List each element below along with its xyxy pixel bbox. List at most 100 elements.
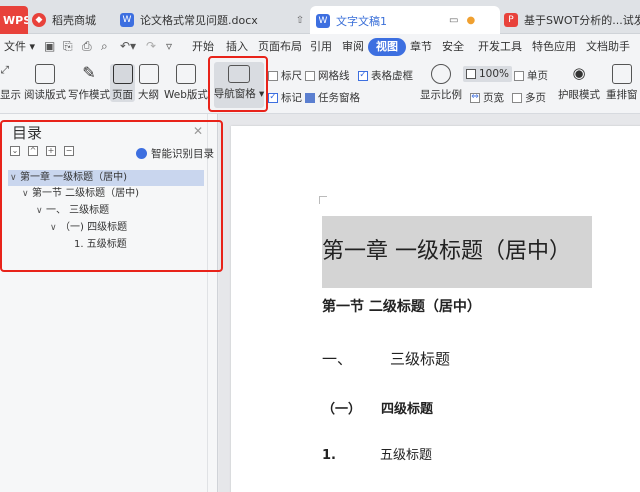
task-pane-checkbox[interactable]: 任务窗格 bbox=[305, 90, 360, 105]
gridlines-checkbox[interactable]: 网格线 bbox=[305, 68, 350, 83]
tab-chat-icon[interactable]: ▭ bbox=[449, 15, 458, 26]
toc-item-level5[interactable]: 1. 五级标题 bbox=[8, 237, 127, 253]
heading-level3[interactable]: 一、 三级标题 bbox=[322, 348, 450, 369]
page-width-button[interactable]: ⇔ 页宽 bbox=[470, 90, 504, 105]
menu-bar: 文件 ▾ ▣ ⎘ ⎙ ⌕ ↶▾ ↷ ▿ 开始 插入 页面布局 引用 审阅 视图 … bbox=[0, 34, 640, 58]
redo-icon[interactable]: ↷ bbox=[146, 39, 156, 53]
multi-page-button[interactable]: 多页 bbox=[512, 90, 546, 105]
remove-heading-icon[interactable]: − bbox=[64, 146, 74, 156]
tab-label: 基于SWOT分析的...试发展策 bbox=[524, 14, 640, 27]
page-width-icon: ⇔ bbox=[470, 92, 480, 103]
toc-item-level2[interactable]: ∨ 第一节 二级标题（居中) bbox=[8, 186, 139, 202]
eye-protection-button[interactable]: ◉ 护眼模式 bbox=[558, 64, 600, 102]
rearrange-windows-button[interactable]: 重排窗 bbox=[606, 64, 638, 102]
menu-security[interactable]: 安全 bbox=[438, 38, 468, 56]
heading-level5[interactable]: 1. 五级标题 bbox=[322, 444, 432, 463]
menu-home[interactable]: 开始 bbox=[188, 38, 218, 56]
tab-text-doc-1[interactable]: W 文字文稿1 ▭ ● bbox=[310, 6, 500, 35]
checkbox-box bbox=[268, 70, 278, 81]
tab-label: 稻壳商城 bbox=[52, 14, 96, 27]
zoom-icon bbox=[431, 64, 451, 84]
document-canvas: 第一章 一级标题（居中） 第一节 二级标题（居中） 一、 三级标题 （一） 四级标题… bbox=[219, 114, 640, 492]
menu-doc-assistant[interactable]: 文档助手 bbox=[582, 38, 634, 56]
page-view-button[interactable]: 页面 bbox=[110, 64, 135, 102]
page-margin-marker bbox=[319, 196, 327, 204]
chevron-down-icon[interactable]: ∨ bbox=[36, 203, 46, 219]
heading-number: 1. bbox=[322, 448, 336, 463]
menu-special-apps[interactable]: 特色应用 bbox=[528, 38, 580, 56]
reading-layout-icon bbox=[35, 64, 55, 84]
show-button[interactable]: ⤢ 显示 bbox=[0, 64, 21, 102]
pen-icon: ✎ bbox=[82, 63, 96, 82]
zoom-button[interactable]: 显示比例 bbox=[420, 64, 462, 102]
table-gridlines-checkbox[interactable]: ✓ 表格虚框 bbox=[358, 68, 413, 83]
markers-checkbox[interactable]: ✓ 标记 bbox=[268, 90, 302, 105]
outline-icon bbox=[138, 64, 159, 84]
zoom-100-button[interactable]: 100% bbox=[463, 66, 513, 82]
menu-references[interactable]: 引用 bbox=[306, 38, 336, 56]
tab-swot-doc[interactable]: P 基于SWOT分析的...试发展策 bbox=[504, 6, 640, 34]
heading-level2[interactable]: 第一节 二级标题（居中） bbox=[322, 296, 481, 316]
menu-developer[interactable]: 开发工具 bbox=[474, 38, 526, 56]
ruler-checkbox[interactable]: 标尺 bbox=[268, 68, 302, 83]
checkbox-box bbox=[305, 92, 315, 103]
nav-pane-title: 目录 bbox=[12, 124, 43, 142]
multi-page-icon bbox=[512, 92, 522, 103]
tab-label: 文字文稿1 bbox=[336, 14, 387, 28]
tab-unsaved-dot-icon[interactable]: ● bbox=[466, 15, 475, 26]
add-heading-icon[interactable]: + bbox=[46, 146, 56, 156]
tab-pin-icon[interactable]: ⇧ bbox=[296, 15, 304, 26]
show-icon: ⤢ bbox=[0, 64, 9, 76]
chevron-down-icon[interactable]: ∨ bbox=[10, 170, 20, 186]
heading-text: 五级标题 bbox=[379, 448, 432, 463]
menu-page-layout[interactable]: 页面布局 bbox=[254, 38, 306, 56]
save-icon[interactable]: ▣ bbox=[44, 39, 55, 53]
print-preview-icon[interactable]: ⌕ bbox=[101, 39, 108, 54]
heading-level1[interactable]: 第一章 一级标题（居中） bbox=[322, 216, 592, 288]
single-page-icon bbox=[514, 70, 524, 81]
reading-layout-button[interactable]: 阅读版式 bbox=[24, 64, 66, 102]
chevron-down-icon[interactable]: ∨ bbox=[50, 220, 60, 236]
checkbox-box bbox=[305, 70, 315, 81]
pdf-doc-icon: P bbox=[504, 13, 518, 27]
heading-number: 一、 bbox=[322, 350, 353, 368]
undo-icon[interactable]: ↶▾ bbox=[120, 39, 136, 53]
web-layout-icon bbox=[175, 64, 196, 84]
customize-quick-access-icon[interactable]: ▿ bbox=[166, 39, 172, 53]
smart-toc-button[interactable]: 智能识别目录 bbox=[136, 146, 214, 161]
heading-text: 三级标题 bbox=[390, 350, 451, 368]
nav-pane-divider bbox=[207, 114, 208, 492]
collapse-all-icon[interactable]: ⌄ bbox=[10, 146, 20, 156]
menu-view[interactable]: 视图 bbox=[368, 38, 406, 56]
writing-mode-button[interactable]: ✎ 写作模式 bbox=[68, 64, 110, 102]
nav-pane-icon bbox=[228, 65, 250, 83]
document-page[interactable]: 第一章 一级标题（居中） 第一节 二级标题（居中） 一、 三级标题 （一） 四级标题… bbox=[231, 126, 640, 492]
menu-file[interactable]: 文件 ▾ bbox=[0, 38, 39, 56]
nav-pane-button[interactable]: 导航窗格 ▾ bbox=[214, 62, 264, 108]
tab-thesis-format-doc[interactable]: W 论文格式常见问题.docx ⇧ ● bbox=[120, 6, 306, 34]
page-view-icon bbox=[112, 64, 133, 84]
single-page-button[interactable]: 单页 bbox=[514, 68, 548, 83]
tab-docer-shop[interactable]: ◆ 稻壳商城 bbox=[32, 6, 118, 34]
toc-item-level1[interactable]: ∨ 第一章 一级标题（居中) bbox=[8, 170, 204, 186]
wps-home-tab[interactable]: WPS bbox=[0, 6, 28, 34]
menu-insert[interactable]: 插入 bbox=[222, 38, 252, 56]
menu-review[interactable]: 审阅 bbox=[338, 38, 368, 56]
menu-chapter[interactable]: 章节 bbox=[406, 38, 436, 56]
eye-icon: ◉ bbox=[572, 64, 586, 82]
toc-item-level3[interactable]: ∨ 一、 三级标题 bbox=[8, 203, 109, 219]
check-icon: ✓ bbox=[268, 92, 278, 103]
toc-item-level4[interactable]: ∨ （一) 四级标题 bbox=[8, 220, 127, 236]
docer-icon: ◆ bbox=[32, 13, 46, 27]
export-pdf-icon[interactable]: ⎘ bbox=[63, 39, 73, 54]
web-layout-button[interactable]: Web版式 bbox=[164, 64, 208, 102]
expand-level-icon[interactable]: ^ bbox=[28, 146, 38, 156]
print-icon[interactable]: ⎙ bbox=[82, 39, 92, 54]
heading-number: （一） bbox=[322, 402, 362, 417]
check-icon: ✓ bbox=[358, 70, 368, 81]
heading-level4[interactable]: （一） 四级标题 bbox=[322, 398, 433, 417]
word-doc-icon: W bbox=[120, 13, 134, 27]
outline-view-button[interactable]: 大纲 bbox=[138, 64, 159, 102]
chevron-down-icon[interactable]: ∨ bbox=[22, 186, 32, 202]
close-icon[interactable]: ✕ bbox=[193, 124, 203, 138]
